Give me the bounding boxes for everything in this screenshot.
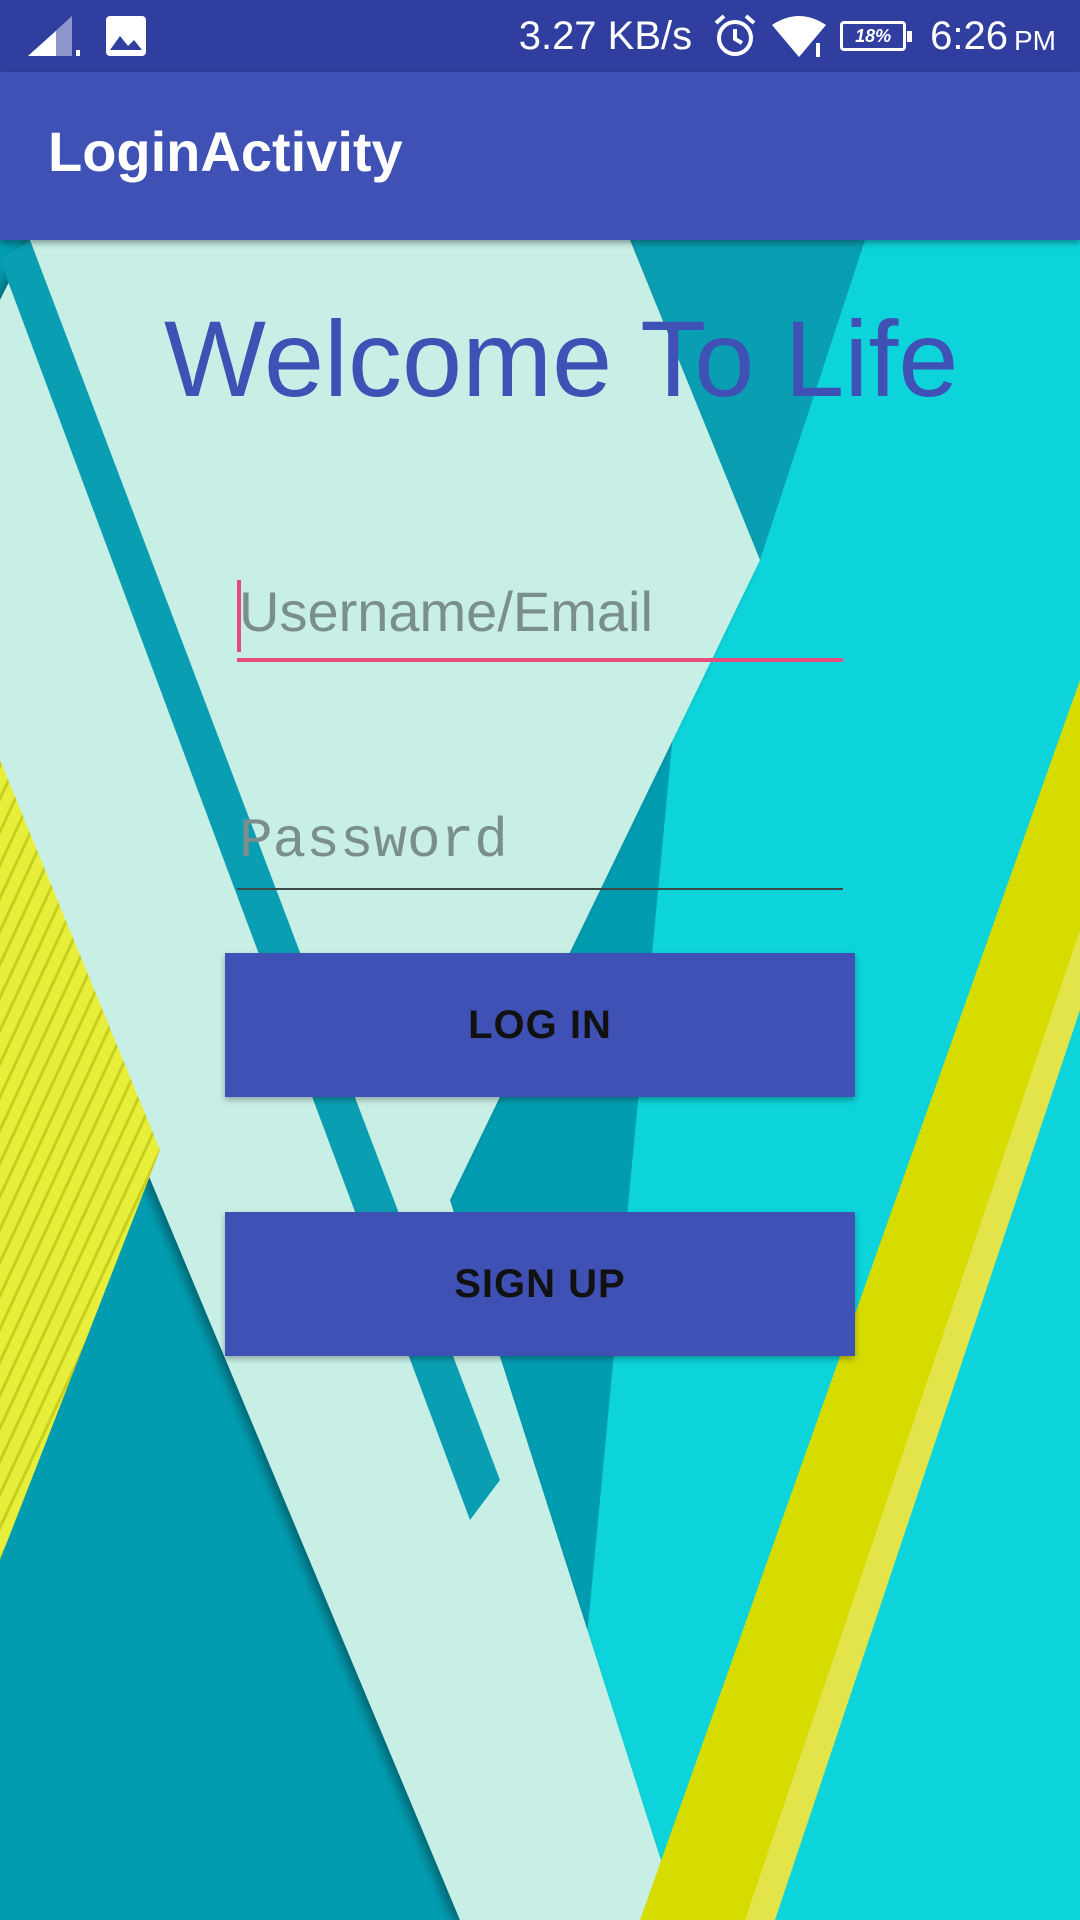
network-speed: 3.27 KB/s bbox=[518, 13, 693, 58]
clock-ampm: PM bbox=[1014, 25, 1056, 56]
clock-time: 6:26 bbox=[930, 13, 1008, 58]
alarm-icon bbox=[714, 14, 756, 56]
battery-icon: 18% bbox=[840, 21, 913, 51]
login-button[interactable]: LOG IN bbox=[225, 953, 855, 1097]
battery-percent: 18% bbox=[855, 25, 892, 46]
app-bar: LoginActivity bbox=[0, 72, 1080, 240]
welcome-heading: Welcome To Life bbox=[164, 298, 959, 419]
status-bar: 3.27 KB/s 18% 6:26 PM bbox=[0, 0, 1080, 72]
text-cursor bbox=[237, 580, 241, 652]
username-field bbox=[237, 570, 843, 662]
password-field bbox=[237, 800, 843, 890]
password-input[interactable] bbox=[237, 800, 843, 890]
app-title: LoginActivity bbox=[48, 120, 403, 183]
status-left-icons bbox=[28, 14, 148, 58]
status-right-area: 3.27 KB/s 18% 6:26 PM bbox=[519, 8, 1056, 64]
image-icon bbox=[106, 16, 146, 56]
username-input[interactable] bbox=[237, 570, 843, 662]
wifi-icon bbox=[772, 16, 827, 57]
signal-icon bbox=[28, 16, 80, 56]
signup-button[interactable]: SIGN UP bbox=[225, 1212, 855, 1356]
